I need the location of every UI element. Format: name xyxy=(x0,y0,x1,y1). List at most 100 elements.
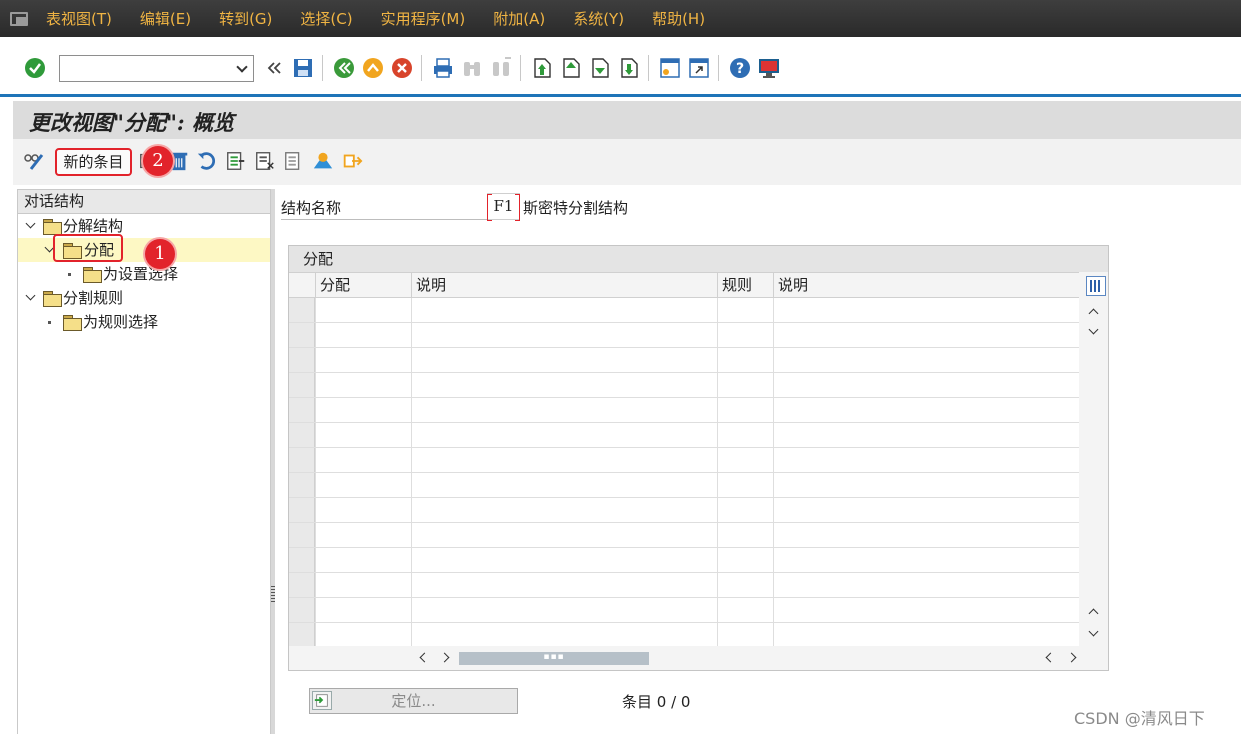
table-cell[interactable] xyxy=(411,373,717,397)
back-green-icon[interactable] xyxy=(332,56,356,80)
table-cell[interactable] xyxy=(717,473,773,497)
table-cell[interactable] xyxy=(411,423,717,447)
table-cell[interactable] xyxy=(717,498,773,522)
transport-icon[interactable] xyxy=(341,150,363,172)
table-cell[interactable] xyxy=(315,423,411,447)
scroll-page-down-icon[interactable] xyxy=(1088,626,1099,637)
scroll-thumb[interactable]: ▪▪▪ xyxy=(459,652,649,665)
row-selector[interactable] xyxy=(289,623,315,647)
select-block-icon[interactable] xyxy=(254,150,276,172)
menu-utilities[interactable]: 实用程序(M) xyxy=(381,8,466,29)
table-cell[interactable] xyxy=(717,523,773,547)
table-cell[interactable] xyxy=(315,298,411,322)
column-header-rule-description[interactable]: 说明 xyxy=(773,273,1079,298)
print-field-list-icon[interactable] xyxy=(312,150,334,172)
chevron-down-icon[interactable] xyxy=(25,290,36,301)
table-row[interactable] xyxy=(289,623,1079,648)
cancel-icon[interactable] xyxy=(390,56,414,80)
tree-node-rules-selection[interactable]: 为规则选择 xyxy=(18,310,270,334)
menu-edit[interactable]: 编辑(E) xyxy=(140,8,191,29)
table-cell[interactable] xyxy=(411,473,717,497)
new-entries-button[interactable]: 新的条目 xyxy=(55,148,132,176)
table-cell[interactable] xyxy=(717,298,773,322)
table-cell[interactable] xyxy=(717,323,773,347)
table-row[interactable] xyxy=(289,548,1079,573)
menu-table-view[interactable]: 表视图(T) xyxy=(46,8,112,29)
horizontal-scrollbar[interactable]: ▪▪▪ xyxy=(289,646,1108,670)
column-header-description[interactable]: 说明 xyxy=(411,273,717,298)
menu-system[interactable]: 系统(Y) xyxy=(573,8,624,29)
scroll-page-up-icon[interactable] xyxy=(1088,608,1099,619)
table-cell[interactable] xyxy=(773,598,1079,622)
table-cell[interactable] xyxy=(773,348,1079,372)
table-cell[interactable] xyxy=(717,623,773,647)
table-cell[interactable] xyxy=(315,373,411,397)
menu-goto[interactable]: 转到(G) xyxy=(219,8,272,29)
row-selector[interactable] xyxy=(289,398,315,422)
save-icon[interactable] xyxy=(291,56,315,80)
menu-extras[interactable]: 附加(A) xyxy=(493,8,545,29)
print-icon[interactable] xyxy=(431,56,455,80)
scroll-left-icon[interactable] xyxy=(1045,652,1056,663)
row-selector[interactable] xyxy=(289,598,315,622)
chevron-down-icon[interactable] xyxy=(236,61,248,73)
table-cell[interactable] xyxy=(773,373,1079,397)
row-selector[interactable] xyxy=(289,548,315,572)
table-row[interactable] xyxy=(289,598,1079,623)
table-cell[interactable] xyxy=(717,573,773,597)
table-cell[interactable] xyxy=(717,423,773,447)
tree-node-settings-selection[interactable]: 为设置选择 xyxy=(18,262,270,286)
row-selector[interactable] xyxy=(289,323,315,347)
layout-icon[interactable] xyxy=(757,56,781,80)
shortcut-icon[interactable] xyxy=(687,56,711,80)
row-selector[interactable] xyxy=(289,423,315,447)
table-cell[interactable] xyxy=(411,323,717,347)
table-settings-icon[interactable] xyxy=(1086,276,1106,296)
row-selector[interactable] xyxy=(289,573,315,597)
table-cell[interactable] xyxy=(315,548,411,572)
next-page-icon[interactable] xyxy=(588,56,612,80)
table-cell[interactable] xyxy=(773,323,1079,347)
row-selector[interactable] xyxy=(289,448,315,472)
table-cell[interactable] xyxy=(315,348,411,372)
table-cell[interactable] xyxy=(315,473,411,497)
exit-icon[interactable] xyxy=(361,56,385,80)
tree-node-split-rules[interactable]: 分割规则 xyxy=(18,286,270,310)
structure-name-field[interactable]: F1 xyxy=(487,193,520,221)
row-selector[interactable] xyxy=(289,298,315,322)
table-cell[interactable] xyxy=(411,398,717,422)
table-row[interactable] xyxy=(289,323,1079,348)
table-cell[interactable] xyxy=(315,573,411,597)
table-cell[interactable] xyxy=(773,573,1079,597)
table-cell[interactable] xyxy=(773,398,1079,422)
table-row[interactable] xyxy=(289,298,1079,323)
table-row[interactable] xyxy=(289,348,1079,373)
system-menu-icon[interactable] xyxy=(10,11,32,26)
table-cell[interactable] xyxy=(773,548,1079,572)
table-cell[interactable] xyxy=(315,623,411,647)
table-cell[interactable] xyxy=(773,498,1079,522)
row-selector[interactable] xyxy=(289,473,315,497)
table-row[interactable] xyxy=(289,573,1079,598)
back-icon[interactable] xyxy=(262,56,286,80)
table-cell[interactable] xyxy=(315,498,411,522)
scroll-left-icon[interactable] xyxy=(419,652,430,663)
table-cell[interactable] xyxy=(773,423,1079,447)
table-row[interactable] xyxy=(289,498,1079,523)
table-cell[interactable] xyxy=(773,473,1079,497)
row-selector[interactable] xyxy=(289,498,315,522)
scroll-right-icon[interactable] xyxy=(1066,652,1077,663)
table-cell[interactable] xyxy=(773,623,1079,647)
row-selector-header[interactable] xyxy=(289,273,315,298)
new-session-icon[interactable] xyxy=(658,56,682,80)
position-button[interactable]: 定位... xyxy=(309,688,518,714)
table-cell[interactable] xyxy=(717,598,773,622)
table-cell[interactable] xyxy=(773,298,1079,322)
table-cell[interactable] xyxy=(717,548,773,572)
table-cell[interactable] xyxy=(411,598,717,622)
display-change-icon[interactable] xyxy=(22,149,46,173)
table-row[interactable] xyxy=(289,423,1079,448)
table-cell[interactable] xyxy=(411,498,717,522)
table-cell[interactable] xyxy=(773,523,1079,547)
table-cell[interactable] xyxy=(315,398,411,422)
